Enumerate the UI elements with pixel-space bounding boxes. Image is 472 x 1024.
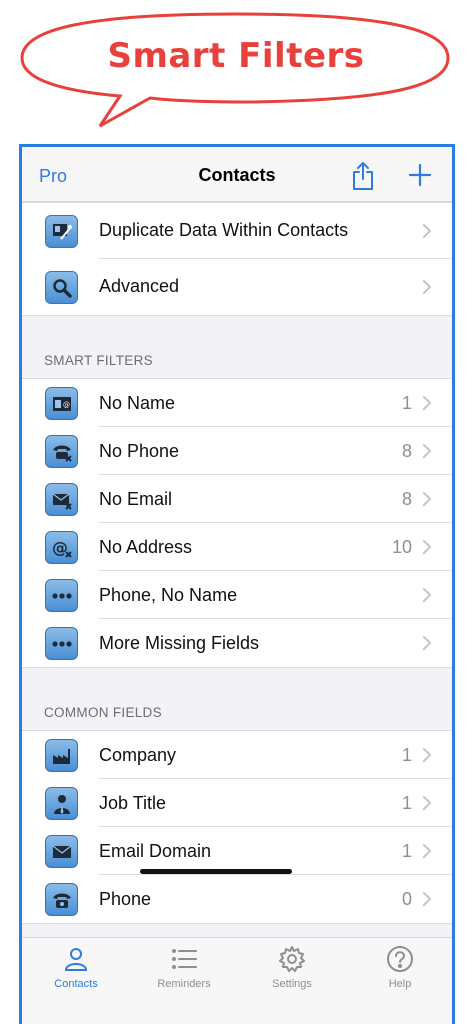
tab-settings[interactable]: Settings <box>238 938 346 998</box>
content-list: Duplicate Data Within Contacts Advanced … <box>22 202 452 924</box>
chevron-right-icon <box>423 844 432 858</box>
list-item-label: Advanced <box>99 276 180 296</box>
chevron-right-icon <box>423 748 432 762</box>
list-item-label: Job Title <box>99 793 167 813</box>
list-item-email-domain[interactable]: Email Domain 1 <box>22 827 452 875</box>
list-item-no-address[interactable]: @ No Address 10 <box>22 523 452 571</box>
gear-icon <box>279 946 305 972</box>
speech-bubble: Smart Filters <box>0 0 472 140</box>
chevron-right-icon <box>423 636 432 650</box>
chevron-right-icon <box>423 224 432 238</box>
section-header-common-fields: COMMON FIELDS <box>44 705 162 720</box>
card-icon: @ <box>45 387 78 420</box>
help-icon <box>387 946 413 972</box>
chevron-right-icon <box>423 280 432 294</box>
banner-title: Smart Filters <box>107 36 365 76</box>
magnifier-icon <box>45 271 78 304</box>
ellipsis-icon <box>45 627 78 660</box>
phone-x-icon <box>45 435 78 468</box>
home-indicator <box>140 869 292 874</box>
page-title: Contacts <box>198 165 276 185</box>
count-badge: 1 <box>401 393 412 413</box>
count-badge: 8 <box>401 489 412 509</box>
tab-bar: Contacts Reminders Settings Help <box>22 937 452 1024</box>
count-badge: 1 <box>401 793 412 813</box>
tab-label: Contacts <box>54 978 98 990</box>
tab-label: Settings <box>272 978 312 990</box>
ellipsis-icon <box>45 579 78 612</box>
list-item-duplicate-data[interactable]: Duplicate Data Within Contacts <box>22 203 452 259</box>
phone-icon <box>45 883 78 916</box>
tab-contacts[interactable]: Contacts <box>22 938 130 998</box>
share-icon[interactable] <box>350 161 376 191</box>
navigation-bar: Pro Contacts <box>22 147 452 202</box>
svg-text:@: @ <box>63 401 70 409</box>
list-item-no-email[interactable]: No Email 8 <box>22 475 452 523</box>
count-badge: 0 <box>401 889 412 909</box>
list-item-job-title[interactable]: Job Title 1 <box>22 779 452 827</box>
list-item-label: Company <box>99 745 177 765</box>
chevron-right-icon <box>423 796 432 810</box>
count-badge: 10 <box>391 537 412 557</box>
chevron-right-icon <box>423 444 432 458</box>
list-item-advanced[interactable]: Advanced <box>22 259 452 315</box>
list-item-label: No Name <box>99 393 176 413</box>
list-item-label: Phone <box>99 889 152 909</box>
chevron-right-icon <box>423 540 432 554</box>
chevron-right-icon <box>423 892 432 906</box>
person-tab-icon <box>64 948 88 971</box>
list-item-label: Duplicate Data Within Contacts <box>99 220 349 240</box>
duplicate-icon <box>45 215 78 248</box>
person-icon <box>45 787 78 820</box>
chevron-right-icon <box>423 492 432 506</box>
section-header-smart-filters: SMART FILTERS <box>44 353 153 368</box>
smart-filters-group: @ No Name 1 No Phone 8 No Email 8 @ No A… <box>22 378 452 668</box>
list-item-label: No Email <box>99 489 173 509</box>
list-item-company[interactable]: Company 1 <box>22 731 452 779</box>
list-icon <box>172 949 197 969</box>
factory-icon <box>45 739 78 772</box>
list-item-more-missing-fields[interactable]: More Missing Fields <box>22 619 452 667</box>
top-group: Duplicate Data Within Contacts Advanced <box>22 202 452 316</box>
list-item-label: No Phone <box>99 441 180 461</box>
svg-text:@: @ <box>52 538 68 557</box>
chevron-right-icon <box>423 396 432 410</box>
tab-label: Reminders <box>157 978 211 990</box>
envelope-icon <box>45 835 78 868</box>
list-item-label: Phone, No Name <box>99 585 238 605</box>
list-item-phone-no-name[interactable]: Phone, No Name <box>22 571 452 619</box>
envelope-x-icon <box>45 483 78 516</box>
tab-help[interactable]: Help <box>346 938 452 998</box>
list-item-no-phone[interactable]: No Phone 8 <box>22 427 452 475</box>
chevron-right-icon <box>423 588 432 602</box>
count-badge: 8 <box>401 441 412 461</box>
list-item-label: Email Domain <box>99 841 212 861</box>
tab-reminders[interactable]: Reminders <box>130 938 238 998</box>
add-icon[interactable] <box>408 163 432 187</box>
list-item-no-name[interactable]: @ No Name 1 <box>22 379 452 427</box>
list-item-label: No Address <box>99 537 193 557</box>
common-fields-group: Company 1 Job Title 1 Email Domain 1 Pho… <box>22 730 452 924</box>
count-badge: 1 <box>401 841 412 861</box>
list-item-label: More Missing Fields <box>99 633 260 653</box>
count-badge: 1 <box>401 745 412 765</box>
at-x-icon: @ <box>45 531 78 564</box>
phone-frame: Pro Contacts Duplicate Data Within Conta… <box>19 144 455 1024</box>
list-item-phone[interactable]: Phone 0 <box>22 875 452 923</box>
tab-label: Help <box>388 978 412 990</box>
